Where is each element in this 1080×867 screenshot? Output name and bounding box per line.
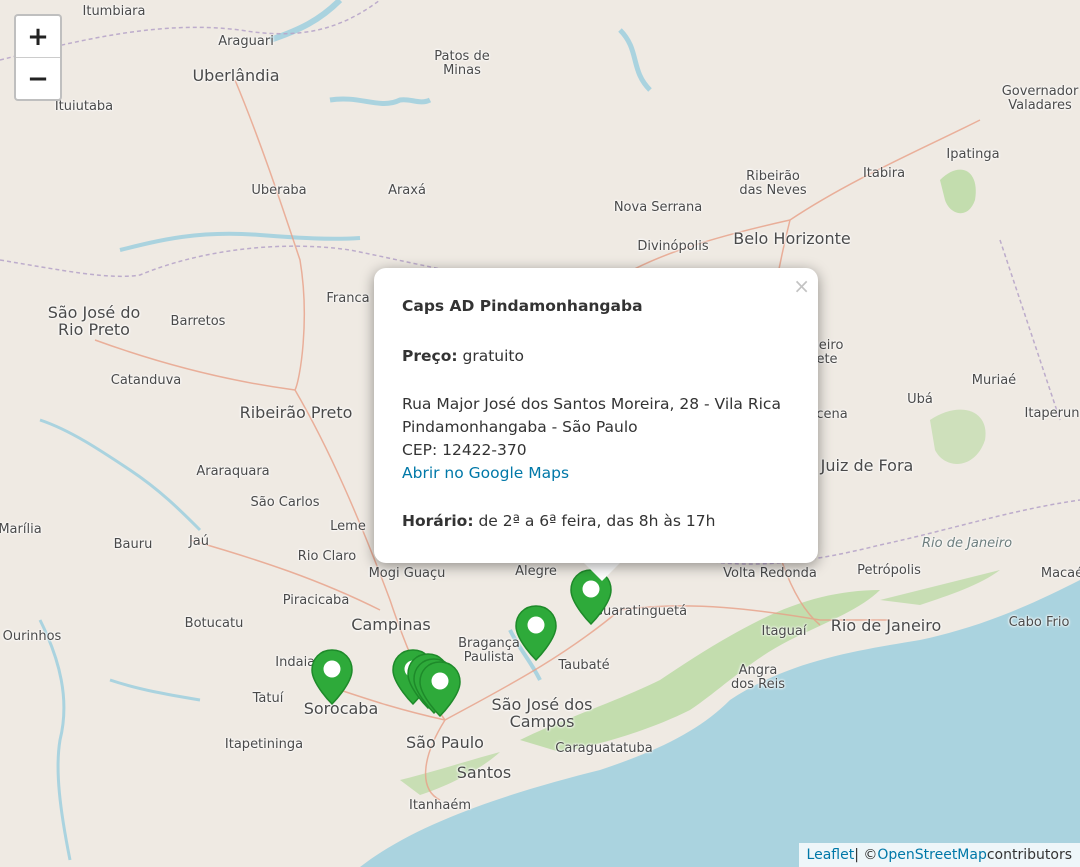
city-label: Volta Redonda xyxy=(723,566,817,581)
city-label: Itabira xyxy=(862,166,906,181)
city-label: Governador Valadares xyxy=(1001,84,1079,113)
city-label: Santos xyxy=(456,763,512,782)
city-label: Ourinhos xyxy=(2,629,62,644)
city-label: Muriaé xyxy=(971,373,1017,388)
price-line: Preço: gratuito xyxy=(402,345,802,368)
city-label: Itumbiara xyxy=(82,4,146,19)
zoom-control: + − xyxy=(14,14,62,101)
map-marker-icon[interactable] xyxy=(310,648,354,706)
map-marker-icon[interactable] xyxy=(418,660,462,718)
attribution-sep: | © xyxy=(854,847,878,863)
city-label: Catanduva xyxy=(110,373,182,388)
city-label: Franca xyxy=(326,291,370,306)
address-line-2: Pindamonhangaba - São Paulo xyxy=(402,418,638,436)
attribution-rest: contributors xyxy=(986,847,1072,863)
city-label: Ipatinga xyxy=(946,147,1000,162)
city-label: Rio Claro xyxy=(297,549,357,564)
osm-link[interactable]: OpenStreetMap xyxy=(877,847,986,863)
city-label: Divinópolis xyxy=(637,239,709,254)
city-label: Uberaba xyxy=(251,183,307,198)
city-label: Nova Serrana xyxy=(613,200,703,215)
city-label: Ubá xyxy=(907,392,933,407)
city-label: Itanhaém xyxy=(408,798,472,813)
city-label: Ribeirão das Neves xyxy=(739,169,807,198)
hours-line: Horário: de 2ª a 6ª feira, das 8h às 17h xyxy=(402,510,802,533)
city-label: Piracicaba xyxy=(282,593,350,608)
popup-content: Caps AD Pindamonhangaba Preço: gratuito … xyxy=(402,295,802,533)
city-label: Araraquara xyxy=(196,464,270,479)
city-label: Jaú xyxy=(188,534,210,549)
info-popup: × Caps AD Pindamonhangaba Preço: gratuit… xyxy=(374,268,818,563)
price-value: gratuito xyxy=(462,347,524,365)
leaflet-link[interactable]: Leaflet xyxy=(807,847,855,863)
address-line-1: Rua Major José dos Santos Moreira, 28 - … xyxy=(402,395,781,413)
city-label: Taubaté xyxy=(558,658,610,673)
city-label: Macaé xyxy=(1040,566,1080,581)
city-label: Caraguatatuba xyxy=(555,741,653,756)
city-label: Patos de Minas xyxy=(434,49,490,78)
city-label: São José dos Campos xyxy=(491,695,593,731)
zoom-out-button[interactable]: − xyxy=(16,58,60,99)
city-label: Uberlândia xyxy=(192,66,280,85)
city-label: Araxá xyxy=(388,183,426,198)
city-label: Belo Horizonte xyxy=(733,229,851,248)
city-label: Ribeirão Preto xyxy=(239,403,353,422)
city-label: Juiz de Fora xyxy=(820,456,914,475)
city-label: Rio de Janeiro xyxy=(921,536,1013,551)
price-label: Preço: xyxy=(402,347,458,365)
hours-value: de 2ª a 6ª feira, das 8h às 17h xyxy=(478,512,716,530)
city-label: Cabo Frio xyxy=(1008,615,1070,630)
city-label: São Carlos xyxy=(250,495,320,510)
popup-title: Caps AD Pindamonhangaba xyxy=(402,297,643,315)
city-label: Petrópolis xyxy=(857,563,921,578)
city-label: Bauru xyxy=(113,537,153,552)
zoom-in-button[interactable]: + xyxy=(16,16,60,58)
city-label: Marília xyxy=(0,522,42,537)
city-label: Leme xyxy=(330,519,366,534)
city-label: Angra dos Reis xyxy=(731,663,785,692)
city-label: Alegre xyxy=(515,564,557,579)
city-label: cena xyxy=(816,407,848,422)
city-label: Bragança Paulista xyxy=(458,636,520,665)
popup-tip xyxy=(582,561,622,581)
city-label: Itapetininga xyxy=(224,737,304,752)
city-label: Botucatu xyxy=(184,616,244,631)
city-label: São Paulo xyxy=(406,733,484,752)
cep: CEP: 12422-370 xyxy=(402,441,527,459)
city-label: Araguari xyxy=(218,34,274,49)
attribution: Leaflet | © OpenStreetMap contributors xyxy=(798,843,1080,867)
city-label: Ituiutaba xyxy=(54,99,114,114)
city-label: Barretos xyxy=(170,314,226,329)
map-marker-icon[interactable] xyxy=(514,604,558,662)
city-label: Rio de Janeiro xyxy=(830,616,942,635)
city-label: São José do Rio Preto xyxy=(47,303,141,339)
hours-label: Horário: xyxy=(402,512,474,530)
city-label: Itaguaí xyxy=(761,624,807,639)
city-label: Itaperun xyxy=(1024,406,1080,421)
city-label: Tatuí xyxy=(252,691,284,706)
map[interactable]: Itumbiara Araguari Uberlândia Ituiutaba Pato… xyxy=(0,0,1080,867)
city-label: Mogi Guaçu xyxy=(368,566,446,581)
city-label: Campinas xyxy=(351,615,431,634)
google-maps-link[interactable]: Abrir no Google Maps xyxy=(402,464,569,482)
